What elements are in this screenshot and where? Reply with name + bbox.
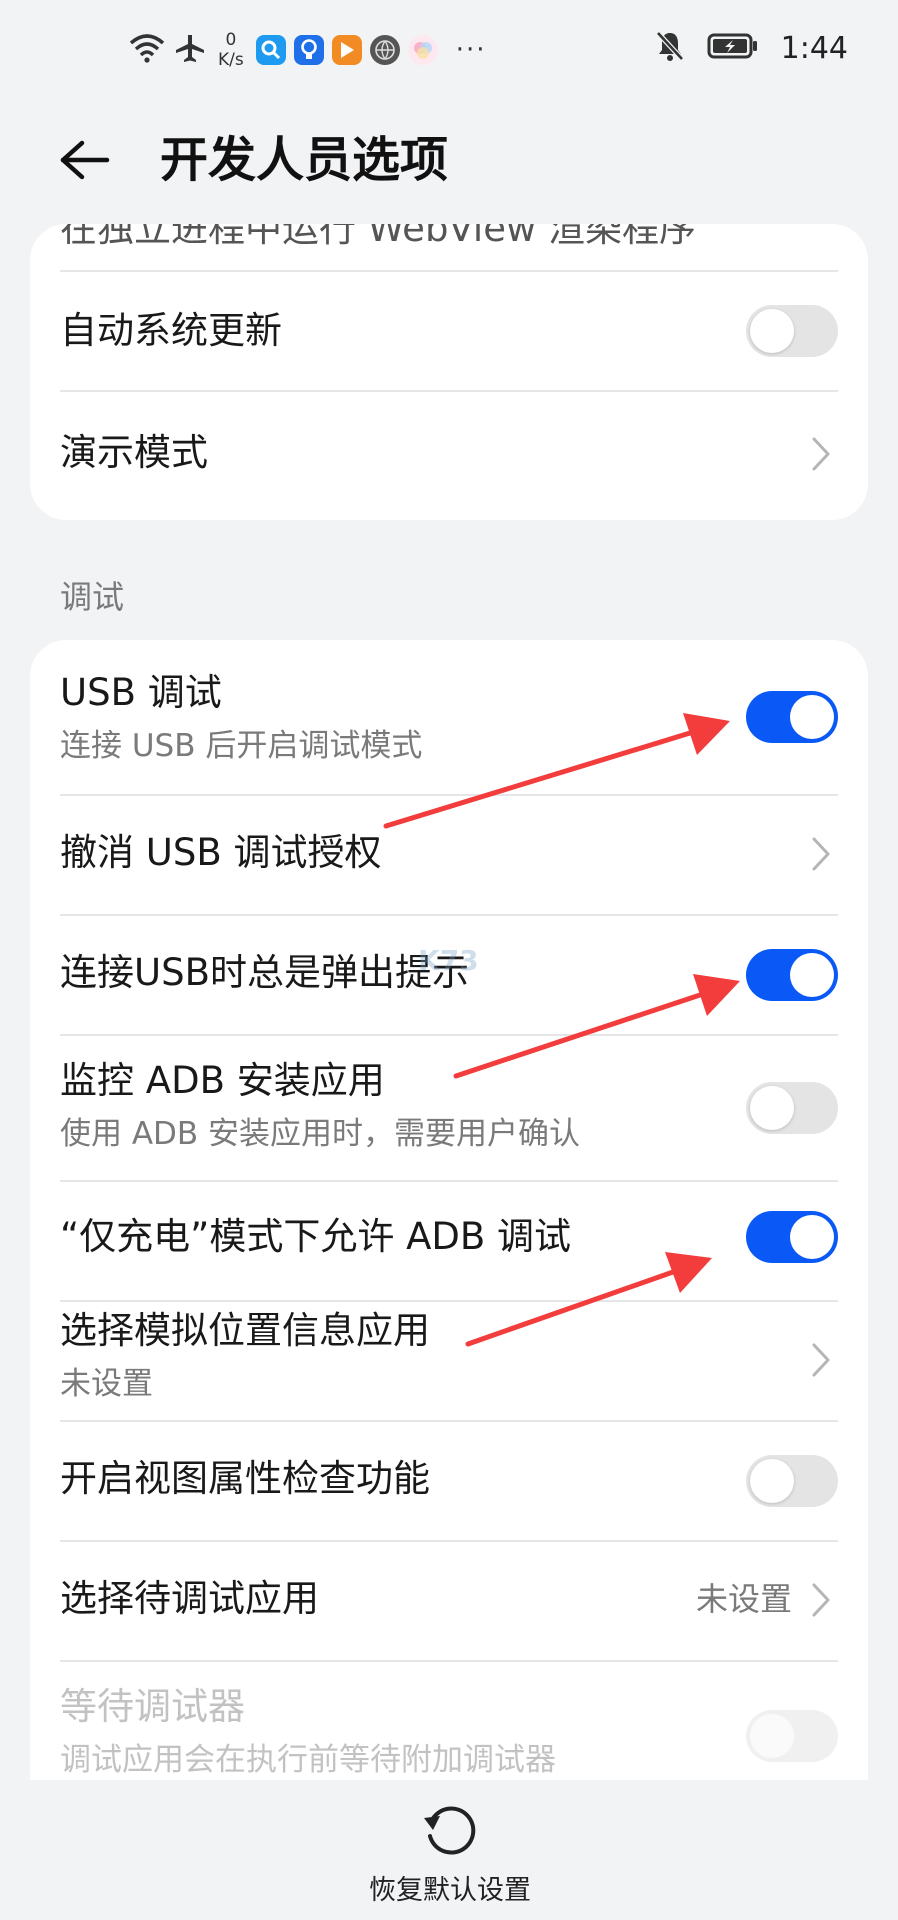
settings-card-general: 在独立进程中运行 WebView 渲染程序 自动系统更新 演示模式 [30, 224, 868, 520]
toggle-knob [790, 953, 834, 997]
select-debug-app-value: 未设置 [695, 1580, 792, 1618]
chevron-right-icon [812, 837, 830, 871]
clock: 1:44 [780, 30, 848, 66]
mock-location-app-value: 未设置 [60, 1366, 153, 1402]
auto-system-update-label: 自动系统更新 [60, 309, 282, 352]
select-debug-app-label: 选择待调试应用 [60, 1577, 319, 1620]
network-speed-value: 0 [225, 30, 237, 50]
browser-app-icon [369, 35, 400, 65]
toggle-knob [750, 1714, 794, 1758]
network-speed-unit: K/s [218, 50, 244, 70]
mock-location-app-row[interactable]: 选择模拟位置信息应用 未设置 [60, 1302, 868, 1420]
monitor-adb-install-row[interactable]: 监控 ADB 安装应用 使用 ADB 安装应用时，需要用户确认 [60, 1036, 868, 1180]
reset-icon [424, 1806, 476, 1855]
app-bar: 开发人员选项 [0, 110, 898, 210]
chevron-right-icon [812, 437, 830, 471]
arrow-left-icon [60, 140, 110, 180]
bottom-bar: 恢复默认设置 [0, 1780, 898, 1920]
demo-mode-label: 演示模式 [60, 431, 208, 474]
wait-for-debugger-label: 等待调试器 [60, 1685, 245, 1728]
wait-for-debugger-toggle [746, 1710, 838, 1762]
notifications-muted-icon [655, 30, 685, 66]
site-watermark: K73 [418, 944, 479, 977]
view-attribute-inspection-label: 开启视图属性检查功能 [60, 1457, 430, 1500]
page-title: 开发人员选项 [160, 132, 449, 188]
toggle-knob [750, 309, 794, 353]
status-bar: 0 K/s ··· 1:44 [0, 0, 898, 100]
toggle-knob [750, 1086, 794, 1130]
monitor-adb-install-summary: 使用 ADB 安装应用时，需要用户确认 [60, 1116, 581, 1152]
usb-debugging-label: USB 调试 [60, 671, 222, 714]
select-debug-app-row[interactable]: 选择待调试应用 未设置 [60, 1542, 868, 1660]
bulb-app-icon [293, 35, 324, 65]
video-app-icon [331, 35, 362, 65]
wait-for-debugger-row: 等待调试器 调试应用会在执行前等待附加调试器 [60, 1662, 868, 1780]
network-speed: 0 K/s [218, 30, 244, 70]
airplane-mode-icon [174, 33, 206, 67]
toggle-knob [790, 695, 834, 739]
restore-defaults-label: 恢复默认设置 [369, 1875, 531, 1906]
usb-debugging-toggle[interactable] [746, 691, 838, 743]
wifi-icon [128, 33, 166, 67]
auto-system-update-toggle[interactable] [746, 305, 838, 357]
webview-multiprocess-label: 在独立进程中运行 WebView 渲染程序 [60, 224, 696, 250]
auto-system-update-row[interactable]: 自动系统更新 [60, 272, 868, 390]
revoke-usb-auth-label: 撤消 USB 调试授权 [60, 831, 382, 874]
webview-multiprocess-row[interactable]: 在独立进程中运行 WebView 渲染程序 [60, 224, 868, 250]
toggle-knob [750, 1459, 794, 1503]
section-header-debugging: 调试 [60, 578, 125, 616]
charge-only-adb-label: “仅充电”模式下允许 ADB 调试 [60, 1215, 572, 1258]
usb-connect-prompt-toggle[interactable] [746, 949, 838, 1001]
gallery-app-icon [407, 35, 438, 65]
restore-defaults-button[interactable]: 恢复默认设置 [360, 1800, 540, 1910]
chevron-right-icon [812, 1343, 830, 1377]
charge-only-adb-toggle[interactable] [746, 1211, 838, 1263]
usb-connect-prompt-label: 连接USB时总是弹出提示 [60, 951, 469, 994]
search-app-icon [255, 35, 286, 65]
toggle-knob [790, 1215, 834, 1259]
more-notifications-icon: ··· [455, 35, 487, 65]
usb-debugging-row[interactable]: USB 调试 连接 USB 后开启调试模式 [60, 640, 868, 794]
monitor-adb-install-label: 监控 ADB 安装应用 [60, 1059, 385, 1102]
view-attribute-inspection-toggle[interactable] [746, 1455, 838, 1507]
developer-options-screen: 0 K/s ··· 1:44 开发人员选项 在独立进程中运行 WebView 渲… [0, 0, 898, 1920]
demo-mode-row[interactable]: 演示模式 [60, 392, 868, 512]
battery-charging-icon [707, 32, 759, 64]
back-button[interactable] [58, 132, 122, 188]
view-attribute-inspection-row[interactable]: 开启视图属性检查功能 [60, 1422, 868, 1540]
settings-card-debugging: USB 调试 连接 USB 后开启调试模式 撤消 USB 调试授权 连接USB时… [30, 640, 868, 1780]
usb-debugging-summary: 连接 USB 后开启调试模式 [60, 728, 423, 764]
chevron-right-icon [812, 1583, 830, 1617]
wait-for-debugger-summary: 调试应用会在执行前等待附加调试器 [60, 1742, 556, 1778]
charge-only-adb-row[interactable]: “仅充电”模式下允许 ADB 调试 [60, 1182, 868, 1300]
monitor-adb-install-toggle[interactable] [746, 1082, 838, 1134]
revoke-usb-auth-row[interactable]: 撤消 USB 调试授权 [60, 796, 868, 914]
mock-location-app-label: 选择模拟位置信息应用 [60, 1309, 430, 1352]
